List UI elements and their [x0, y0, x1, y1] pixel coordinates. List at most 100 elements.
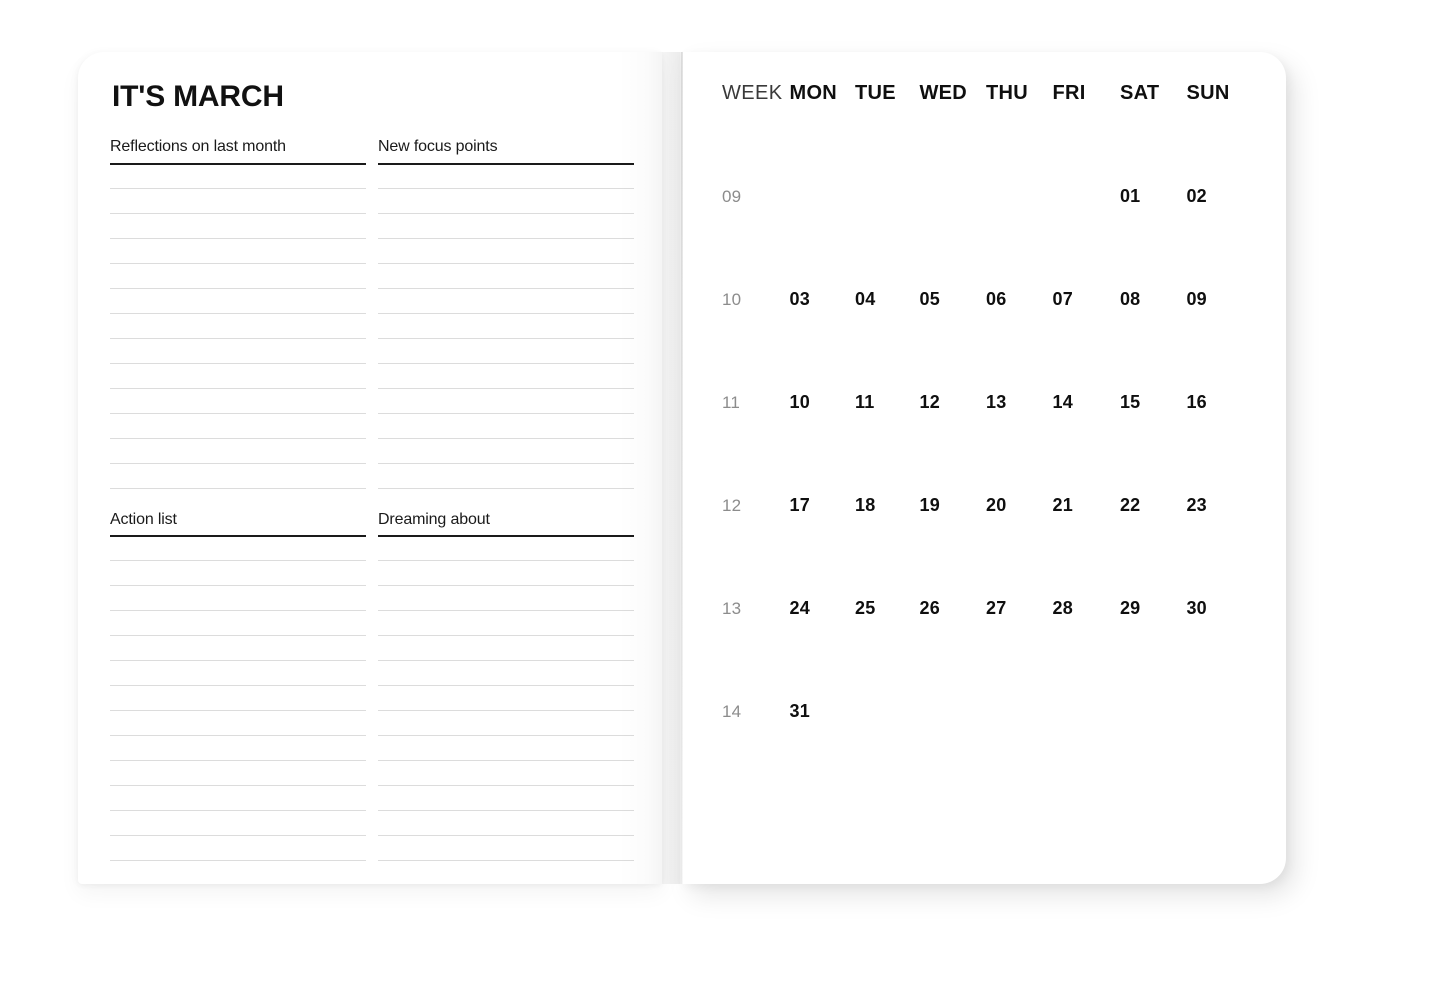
calendar-week-row: 14 31	[722, 701, 1246, 804]
writing-line[interactable]	[110, 736, 366, 762]
day-cell-wed[interactable]: 05	[919, 289, 986, 310]
day-cell-mon[interactable]: 10	[789, 392, 855, 413]
day-cell-sun[interactable]: 09	[1186, 289, 1246, 310]
day-cell-fri[interactable]: 07	[1052, 289, 1119, 310]
field-new-focus-points[interactable]: New focus points	[378, 138, 634, 489]
field-reflections-on-last-month[interactable]: Reflections on last month	[110, 138, 366, 489]
writing-line[interactable]	[378, 786, 634, 812]
day-cell-tue[interactable]: 11	[855, 392, 920, 413]
day-cell-tue[interactable]: 18	[855, 495, 920, 516]
field-action-list[interactable]: Action list	[110, 511, 366, 862]
writing-line[interactable]	[378, 464, 634, 489]
day-cell-sun[interactable]: 16	[1186, 392, 1246, 413]
day-cell-sun[interactable]: 30	[1186, 598, 1246, 619]
day-cell-thu[interactable]: 20	[986, 495, 1053, 516]
writing-line[interactable]	[378, 214, 634, 239]
writing-line[interactable]	[378, 439, 634, 464]
writing-lines-reflections[interactable]	[110, 165, 366, 489]
writing-line[interactable]	[110, 711, 366, 737]
writing-line[interactable]	[378, 414, 634, 439]
writing-line[interactable]	[378, 364, 634, 389]
calendar-header-fri: FRI	[1052, 82, 1086, 104]
day-cell-wed[interactable]: 26	[919, 598, 986, 619]
day-cell-wed[interactable]: 12	[919, 392, 986, 413]
writing-line[interactable]	[110, 561, 366, 587]
writing-line[interactable]	[110, 289, 366, 314]
writing-line[interactable]	[378, 586, 634, 612]
writing-line[interactable]	[378, 761, 634, 787]
week-number: 13	[722, 599, 742, 618]
writing-line[interactable]	[110, 189, 366, 214]
writing-line[interactable]	[110, 165, 366, 189]
day-cell-mon[interactable]: 03	[789, 289, 855, 310]
week-number: 14	[722, 702, 742, 721]
day-cell-mon[interactable]: 24	[789, 598, 855, 619]
writing-line[interactable]	[110, 686, 366, 712]
day-cell-sat[interactable]: 15	[1120, 392, 1187, 413]
day-cell-wed[interactable]: 19	[919, 495, 986, 516]
writing-line[interactable]	[110, 464, 366, 489]
writing-line[interactable]	[378, 189, 634, 214]
writing-line[interactable]	[378, 339, 634, 364]
day-cell-mon[interactable]: 17	[789, 495, 855, 516]
day-cell-sat[interactable]: 22	[1120, 495, 1187, 516]
day-cell-thu[interactable]: 06	[986, 289, 1053, 310]
writing-line[interactable]	[378, 239, 634, 264]
writing-line[interactable]	[378, 264, 634, 289]
writing-line[interactable]	[110, 389, 366, 414]
day-cell-sun[interactable]: 02	[1186, 186, 1246, 207]
writing-line[interactable]	[110, 586, 366, 612]
day-cell-sat[interactable]: 01	[1120, 186, 1187, 207]
writing-line[interactable]	[110, 611, 366, 637]
writing-line[interactable]	[110, 314, 366, 339]
writing-line[interactable]	[110, 811, 366, 837]
writing-line[interactable]	[110, 264, 366, 289]
writing-line[interactable]	[110, 339, 366, 364]
day-cell-tue[interactable]: 04	[855, 289, 920, 310]
writing-line[interactable]	[110, 636, 366, 662]
planner-spread: IT'S MARCH Reflections on last month New…	[78, 52, 1286, 884]
writing-lines-action-list[interactable]	[110, 537, 366, 862]
writing-line[interactable]	[110, 761, 366, 787]
writing-line[interactable]	[110, 836, 366, 862]
writing-line[interactable]	[378, 711, 634, 737]
day-cell-thu[interactable]: 13	[986, 392, 1053, 413]
writing-line[interactable]	[378, 561, 634, 587]
writing-line[interactable]	[110, 786, 366, 812]
writing-lines-dreaming-about[interactable]	[378, 537, 634, 862]
day-cell-fri[interactable]: 14	[1052, 392, 1119, 413]
writing-line[interactable]	[378, 661, 634, 687]
field-dreaming-about[interactable]: Dreaming about	[378, 511, 634, 862]
monthly-calendar: WEEK MON TUE WED THU FRI SAT SUN 09 01 0…	[722, 82, 1246, 804]
writing-line[interactable]	[110, 661, 366, 687]
writing-line[interactable]	[378, 811, 634, 837]
day-cell-sat[interactable]: 29	[1120, 598, 1187, 619]
writing-line[interactable]	[110, 239, 366, 264]
day-cell-sat[interactable]: 08	[1120, 289, 1187, 310]
left-page-content: IT'S MARCH Reflections on last month New…	[110, 82, 646, 883]
day-cell-tue[interactable]: 25	[855, 598, 920, 619]
day-cell-sun[interactable]: 23	[1186, 495, 1246, 516]
writing-line[interactable]	[378, 636, 634, 662]
writing-line[interactable]	[378, 389, 634, 414]
day-cell-mon[interactable]: 31	[789, 701, 855, 722]
writing-line[interactable]	[378, 537, 634, 562]
writing-line[interactable]	[110, 439, 366, 464]
writing-line[interactable]	[378, 314, 634, 339]
writing-line[interactable]	[378, 736, 634, 762]
writing-line[interactable]	[110, 414, 366, 439]
writing-line[interactable]	[378, 165, 634, 189]
calendar-header-sat: SAT	[1119, 82, 1160, 104]
writing-line[interactable]	[378, 611, 634, 637]
field-label-reflections-on-last-month: Reflections on last month	[110, 138, 286, 155]
writing-lines-new-focus-points[interactable]	[378, 165, 634, 489]
writing-line[interactable]	[110, 214, 366, 239]
writing-line[interactable]	[378, 836, 634, 862]
writing-line[interactable]	[378, 686, 634, 712]
day-cell-fri[interactable]: 28	[1052, 598, 1119, 619]
writing-line[interactable]	[110, 537, 366, 562]
writing-line[interactable]	[378, 289, 634, 314]
day-cell-thu[interactable]: 27	[986, 598, 1053, 619]
writing-line[interactable]	[110, 364, 366, 389]
day-cell-fri[interactable]: 21	[1052, 495, 1119, 516]
